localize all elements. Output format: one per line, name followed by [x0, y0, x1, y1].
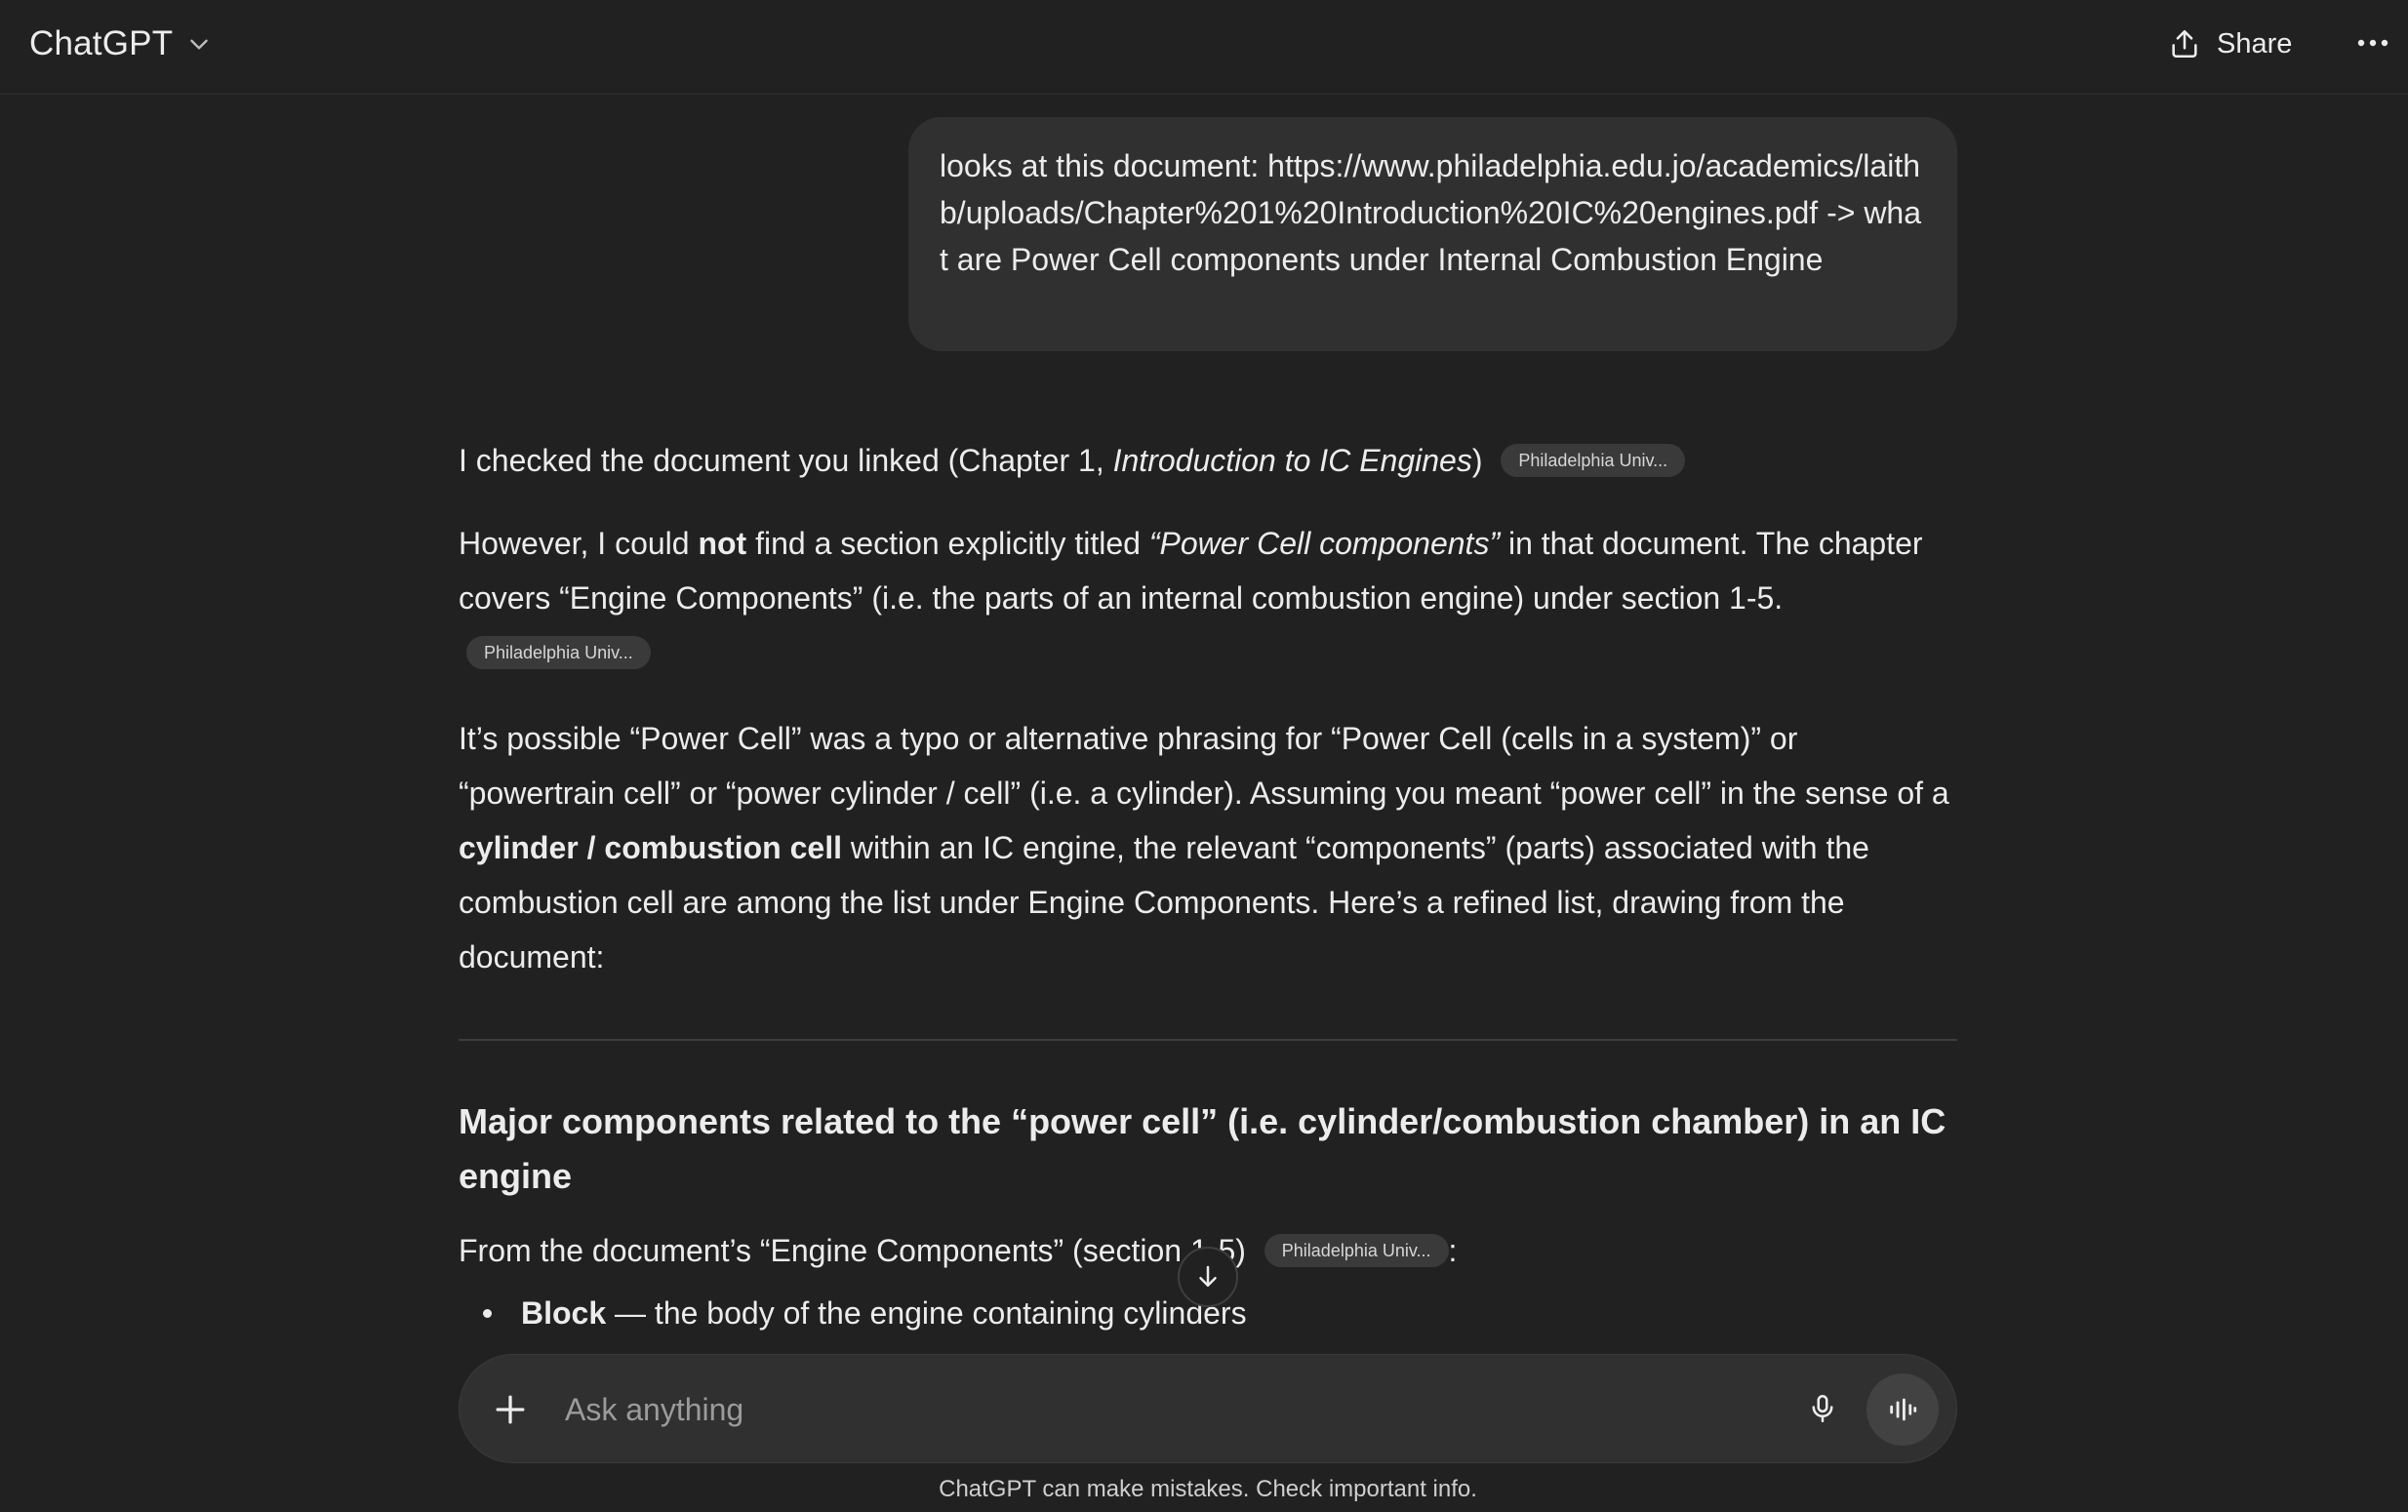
text-segment: From the document’s “Engine Components” … [459, 1233, 1246, 1268]
components-list: Block — the body of the engine containin… [459, 1286, 1247, 1340]
dictate-button[interactable] [1798, 1384, 1847, 1433]
text-segment: find a section explicitly titled [746, 526, 1149, 561]
plus-icon [496, 1395, 525, 1424]
emphasis-text: cylinder / combustion cell [459, 830, 842, 865]
more-horizontal-icon [2357, 39, 2388, 47]
prompt-input[interactable] [563, 1380, 1656, 1439]
emphasis-text: not [698, 526, 747, 561]
assistant-paragraph-3: It’s possible “Power Cell” was a typo or… [459, 711, 1957, 984]
assistant-paragraph-1: I checked the document you linked (Chapt… [459, 433, 1686, 488]
text-segment: However, I could [459, 526, 699, 561]
microphone-icon [1812, 1394, 1833, 1423]
user-message-text: looks at this document: https://www.phil… [940, 148, 1922, 277]
text-segment: ) [1471, 443, 1483, 478]
model-selector[interactable]: ChatGPT [29, 20, 212, 68]
document-title: Introduction to IC Engines [1112, 443, 1472, 478]
more-options-button[interactable] [2353, 23, 2392, 62]
source-citation-chip[interactable]: Philadelphia Univ... [1501, 443, 1686, 477]
model-name: ChatGPT [29, 24, 174, 62]
section-heading: Major components related to the “power c… [459, 1101, 1946, 1196]
quoted-title: “Power Cell components” [1148, 526, 1501, 561]
scroll-to-bottom-button[interactable] [1178, 1247, 1238, 1307]
source-citation-chip[interactable]: Philadelphia Univ... [1264, 1233, 1449, 1267]
assistant-paragraph-4: From the document’s “Engine Components” … [459, 1223, 1457, 1278]
text-segment: It’s possible “Power Cell” was a typo or… [459, 721, 1949, 811]
arrow-down-icon [1199, 1265, 1217, 1287]
list-item-description: — the body of the engine containing cyli… [606, 1295, 1247, 1331]
list-item: Block — the body of the engine containin… [459, 1286, 1247, 1340]
attach-button[interactable] [489, 1388, 532, 1431]
user-message-bubble: looks at this document: https://www.phil… [908, 117, 1957, 351]
list-item-term: Block [521, 1295, 607, 1331]
section-divider [459, 1039, 1957, 1041]
share-button[interactable]: Share [2168, 21, 2292, 66]
share-upload-icon [2172, 29, 2197, 59]
message-composer [459, 1354, 1957, 1463]
voice-mode-button[interactable] [1866, 1373, 1939, 1446]
chevron-down-icon [190, 39, 209, 50]
share-label: Share [2217, 27, 2293, 60]
top-bar: ChatGPT Share [0, 0, 2408, 95]
disclaimer-text: ChatGPT can make mistakes. Check importa… [939, 1476, 1477, 1502]
assistant-paragraph-2: However, I could not find a section expl… [459, 516, 1957, 680]
source-citation-chip[interactable]: Philadelphia Univ... [466, 635, 651, 669]
voice-waveform-icon [1890, 1398, 1917, 1421]
text-segment: : [1448, 1233, 1458, 1268]
text-segment: I checked the document you linked (Chapt… [459, 443, 1113, 478]
